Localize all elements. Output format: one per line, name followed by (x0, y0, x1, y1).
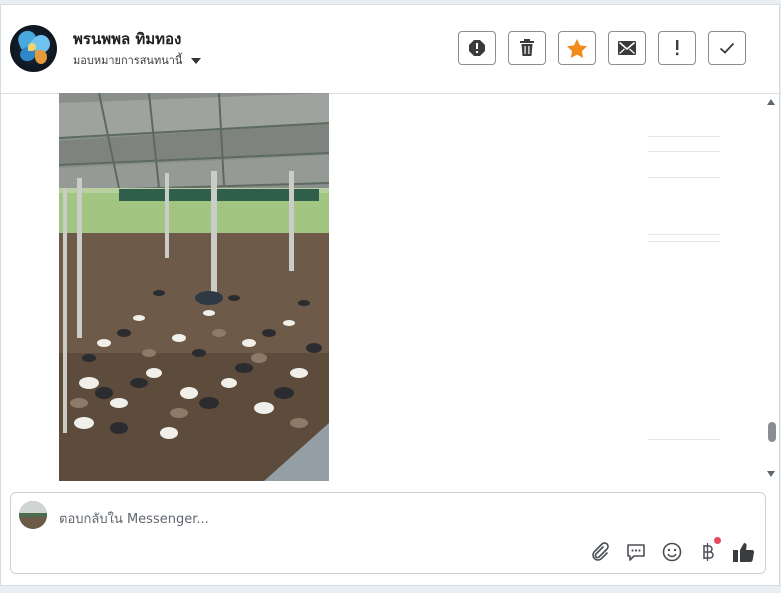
conversation-panel: พรนพพล ทิมทอง มอบหมายการสนทนานี้ ตอบกลับ… (0, 4, 780, 586)
contact-avatar[interactable] (10, 25, 57, 72)
scroll-down-arrow-icon[interactable] (767, 471, 775, 477)
divider (648, 177, 720, 178)
reply-composer[interactable]: ตอบกลับใน Messenger... (10, 492, 766, 574)
divider (648, 241, 720, 242)
alert-circle-icon (469, 40, 485, 56)
page-avatar-image (19, 501, 47, 529)
assign-label: มอบหมายการสนทนานี้ (73, 54, 183, 67)
attach-file-button[interactable] (589, 541, 611, 563)
like-button[interactable] (733, 541, 755, 563)
star-icon (567, 38, 587, 58)
mark-unread-button[interactable] (608, 31, 646, 65)
divider (648, 136, 720, 137)
thumbs-up-icon (733, 542, 755, 562)
mark-done-button[interactable] (708, 31, 746, 65)
scrollbar-thumb[interactable] (768, 422, 776, 442)
message-photo-attachment[interactable] (59, 93, 329, 481)
divider (648, 234, 720, 235)
divider (648, 151, 720, 152)
trash-icon (520, 39, 534, 56)
header-actions (458, 31, 746, 65)
check-icon (719, 42, 735, 54)
exclamation-icon (676, 40, 679, 56)
paperclip-icon (592, 542, 609, 561)
message-thread (1, 93, 779, 481)
caret-down-icon (191, 57, 202, 64)
contact-name[interactable]: พรนพพล ทิมทอง (73, 27, 181, 51)
scroll-up-arrow-icon[interactable] (767, 99, 775, 105)
saved-reply-icon (627, 543, 645, 561)
divider (648, 439, 720, 440)
assign-conversation[interactable]: มอบหมายการสนทนานี้ (73, 51, 202, 69)
conversation-header: พรนพพล ทิมทอง มอบหมายการสนทนานี้ (1, 5, 779, 94)
page-avatar (19, 501, 47, 529)
emoji-button[interactable] (661, 541, 683, 563)
baht-payment-icon (703, 543, 714, 561)
envelope-icon (618, 41, 636, 55)
emoji-icon (662, 542, 682, 562)
reply-input[interactable]: ตอบกลับใน Messenger... (59, 508, 209, 529)
follow-up-button[interactable] (658, 31, 696, 65)
delete-button[interactable] (508, 31, 546, 65)
spam-button[interactable] (458, 31, 496, 65)
notification-dot (714, 537, 721, 544)
star-button[interactable] (558, 31, 596, 65)
payment-button[interactable] (697, 537, 721, 563)
duck-farm-photo (59, 93, 329, 481)
composer-tools (589, 537, 755, 563)
saved-reply-button[interactable] (625, 541, 647, 563)
